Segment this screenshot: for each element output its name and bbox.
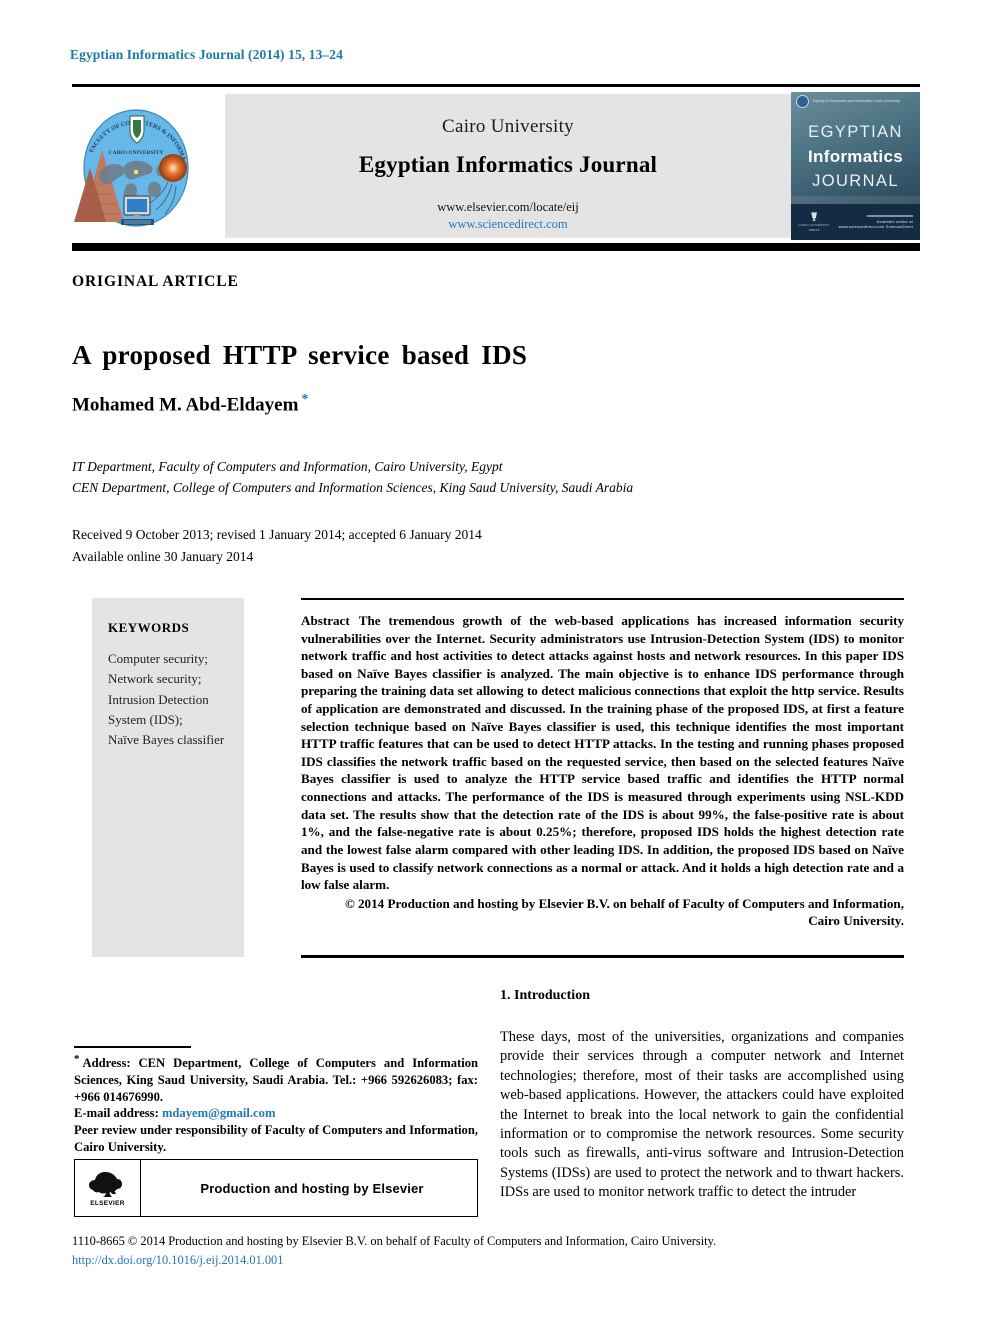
introduction-paragraph: These days, most of the universities, or… — [500, 1029, 904, 1200]
section-heading-introduction: 1. Introduction — [500, 988, 590, 1003]
footnote-address: Address: CEN Department, College of Comp… — [74, 1056, 478, 1104]
author-footnote-marker[interactable]: * — [301, 392, 308, 407]
cover-line-2: Informatics — [808, 146, 903, 166]
masthead: FACULTY OF COMPUTERS & INFORMATION CAIRO… — [72, 92, 920, 240]
abstract-copyright-line-2: Cairo University. — [808, 913, 904, 929]
masthead-publisher-url[interactable]: www.elsevier.com/locate/eij — [225, 200, 791, 215]
cover-footer-left: CAIRO UNIVERSITY PRESS — [798, 212, 830, 232]
affiliation-2: CEN Department, College of Computers and… — [72, 479, 634, 495]
elsevier-logo: ELSEVIER — [75, 1160, 141, 1216]
footnote-marker: * — [74, 1053, 80, 1065]
page-title: A proposed HTTP service based IDS — [72, 340, 528, 371]
cover-footer-right-text: Available online at www.sciencedirect.co… — [838, 219, 913, 229]
cover-title: EGYPTIAN Informatics JOURNAL — [791, 121, 920, 193]
header-rule-top — [72, 84, 920, 87]
footnote-rule — [74, 1046, 191, 1048]
header-rule-bottom — [72, 243, 920, 251]
abstract-copyright-line-1: © 2014 Production and hosting by Elsevie… — [344, 895, 904, 911]
cover-line-3: JOURNAL — [812, 171, 899, 190]
footnote-peer-review: Peer review under responsibility of Facu… — [74, 1123, 478, 1154]
footer-copyright-text: 1110-8665 © 2014 Production and hosting … — [72, 1234, 717, 1248]
article-history: Received 9 October 2013; revised 1 Janua… — [72, 524, 482, 567]
history-received: Received 9 October 2013; revised 1 Janua… — [72, 527, 482, 542]
cairo-university-logo-icon: FACULTY OF COMPUTERS & INFORMATION CAIRO… — [72, 94, 200, 238]
keyword-item: Network security; — [108, 671, 202, 687]
keywords-heading: KEYWORDS — [108, 620, 190, 635]
elsevier-tree-icon — [88, 1169, 128, 1199]
svg-text:CAIRO UNIVERSITY: CAIRO UNIVERSITY — [108, 150, 163, 156]
abstract-text: The tremendous growth of the web-based a… — [301, 613, 904, 893]
abstract-rule-bottom — [301, 955, 904, 958]
masthead-sciencedirect-url[interactable]: www.sciencedirect.com — [225, 217, 791, 232]
keywords-panel: KEYWORDS Computer security; Network secu… — [92, 598, 244, 957]
cover-line-1: EGYPTIAN — [808, 123, 903, 141]
masthead-university: Cairo University — [442, 116, 574, 137]
elsevier-production-text: Production and hosting by Elsevier — [200, 1180, 424, 1196]
keyword-item: Computer security; — [108, 651, 209, 666]
article-type-label: ORIGINAL ARTICLE — [72, 273, 239, 290]
journal-article-page: Egyptian Informatics Journal (2014) 15, … — [0, 0, 992, 1323]
author-list: Mohamed M. Abd-Eldayem * — [72, 392, 308, 416]
elsevier-wordmark: ELSEVIER — [90, 1200, 125, 1207]
abstract-copyright: © 2014 Production and hosting by Elsevie… — [301, 895, 904, 930]
cairo-press-cup-icon — [811, 212, 818, 222]
history-available: Available online 30 January 2014 — [72, 548, 254, 564]
cover-band — [791, 196, 920, 204]
cover-footer-right: Available online at www.sciencedirect.co… — [830, 215, 913, 229]
cover-divider — [867, 215, 913, 217]
cover-footer: CAIRO UNIVERSITY PRESS Available online … — [791, 204, 920, 240]
elsevier-production-box: ELSEVIER Production and hosting by Elsev… — [74, 1159, 478, 1217]
keyword-item: Naïve Bayes classifier — [108, 732, 225, 748]
footnote-block: * Address: CEN Department, College of Com… — [74, 1052, 478, 1156]
affiliation-1: IT Department, Faculty of Computers and … — [72, 459, 503, 474]
keywords-list: Computer security; Network security; Int… — [108, 649, 230, 750]
footer-doi-link[interactable]: http://dx.doi.org/10.1016/j.eij.2014.01.… — [72, 1251, 920, 1270]
author-name: Mohamed M. Abd-Eldayem — [72, 394, 299, 416]
affiliations: IT Department, Faculty of Computers and … — [72, 457, 633, 499]
cover-footer-left-text: CAIRO UNIVERSITY PRESS — [798, 223, 830, 232]
footnote-email-line: E-mail address: mdayem@gmail.com — [74, 1105, 478, 1122]
footnote-email-link[interactable]: mdayem@gmail.com — [162, 1106, 276, 1120]
cover-topbar: Faculty of Computers and Information Cai… — [791, 92, 920, 110]
abstract-block: Abstract The tremendous growth of the web… — [301, 612, 904, 930]
masthead-journal-title: Egyptian Informatics Journal — [358, 152, 658, 177]
abstract-rule-top — [301, 598, 904, 600]
cover-topbar-text: Faculty of Computers and Information Cai… — [813, 98, 900, 103]
cover-seal-icon — [796, 94, 809, 108]
keyword-item: Intrusion Detection System (IDS); — [108, 691, 209, 727]
masthead-center-panel: Cairo University Egyptian Informatics Jo… — [225, 94, 791, 238]
footnote-email-label: E-mail address: — [74, 1106, 159, 1121]
running-head: Egyptian Informatics Journal (2014) 15, … — [70, 47, 344, 62]
abstract-label: Abstract — [301, 613, 350, 628]
footer-copyright-block: 1110-8665 © 2014 Production and hosting … — [72, 1232, 920, 1269]
journal-cover-image: Faculty of Computers and Information Cai… — [791, 92, 920, 240]
